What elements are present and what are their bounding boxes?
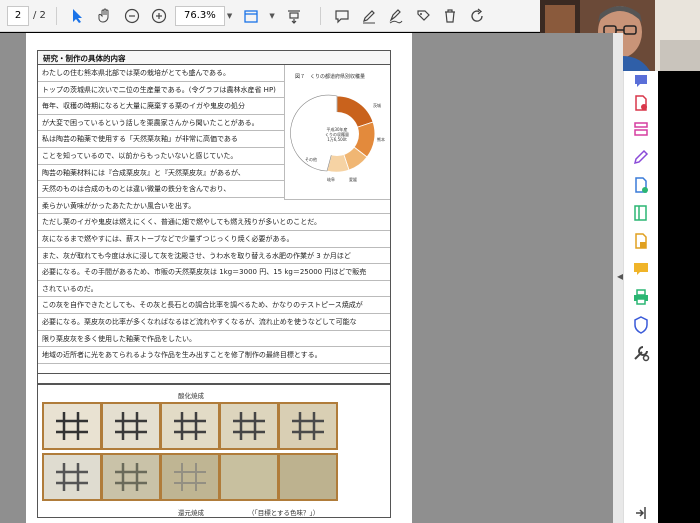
- svg-text:岐阜: 岐阜: [327, 176, 335, 182]
- test-tile: [162, 455, 218, 499]
- hand-tool-icon[interactable]: [94, 5, 116, 27]
- pdf-page: 研究・制作の具体的内容 わたしの住む熊本県北部では栗の栽培がとても盛んである。 …: [26, 33, 412, 523]
- reduction-caption: 還元焼成: [178, 509, 204, 517]
- rotate-icon[interactable]: [466, 5, 488, 27]
- text-row: 毎年、収穫の時期になると大量に廃棄する栗のイガや鬼皮の処分: [38, 98, 284, 115]
- organize-pages-icon[interactable]: [631, 119, 651, 139]
- text-row: 天然のものは合成のものとは違い微量の鉄分を含んでおり、: [38, 181, 284, 198]
- text-row: 灰になるまで燃やすには、薪ストーブなどで少量ずつじっくり焼く必要がある。: [38, 231, 390, 248]
- text-row: ことを知っているので、以前からもったいないと感じていた。: [38, 148, 284, 165]
- comment-list-icon[interactable]: [631, 71, 651, 91]
- test-tile-photo: 酸化焼成 還元焼成 （「目標とする色味？」）: [37, 373, 391, 518]
- stamp-icon[interactable]: [412, 5, 434, 27]
- test-tile: [44, 404, 100, 448]
- text-row: が大変で困っているという話しを栗農家さんから聞いたことがある。: [38, 115, 284, 132]
- create-pdf-icon[interactable]: [631, 175, 651, 195]
- test-tile: [162, 404, 218, 448]
- test-tile: [44, 455, 100, 499]
- target-color-note: （「目標とする色味？」）: [248, 509, 320, 517]
- svg-text:1万6,500t: 1万6,500t: [327, 137, 347, 142]
- test-tile: [280, 455, 336, 499]
- sign-icon[interactable]: [385, 5, 407, 27]
- text-row: 陶芸の釉薬材料には『合成栗皮灰』と『天然栗皮灰』があるが、: [38, 165, 284, 182]
- highlight-pen-icon[interactable]: [358, 5, 380, 27]
- total-pages-label: / 2: [33, 10, 46, 21]
- svg-text:その他: その他: [305, 156, 317, 162]
- oxidation-caption: 酸化焼成: [178, 392, 204, 400]
- harvest-pie-figure: 図７ くりの都道府県別収穫量 平成30年産 くりの収穫量 1万6,500t その…: [284, 65, 390, 200]
- text-row: 必要になる。その手間があるため、市販の天然栗皮灰は 1kg＝3000 円、15 …: [38, 264, 390, 281]
- select-arrow-icon[interactable]: [67, 5, 89, 27]
- svg-text:愛媛: 愛媛: [349, 176, 357, 182]
- text-row: 限り栗皮灰を多く使用した釉薬で作品をしたい。: [38, 331, 390, 348]
- zoom-dropdown-icon[interactable]: ▼: [227, 12, 232, 20]
- page-fit-icon[interactable]: [240, 5, 262, 27]
- page-fit-dropdown-icon[interactable]: ▼: [269, 12, 274, 20]
- main-toolbar: 2 / 2 76.3% ▼ ▼: [0, 0, 545, 32]
- text-row: トップの茨城県に次いで二位の生産量である。(令グラフは農林水産省 HP): [38, 82, 284, 99]
- edit-pdf-icon[interactable]: [631, 147, 651, 167]
- page-number-input[interactable]: 2: [7, 5, 29, 26]
- test-tile: [221, 455, 277, 499]
- fill-sign-icon[interactable]: [631, 231, 651, 251]
- comment-icon[interactable]: [331, 5, 353, 27]
- text-row: 柔らかい黄味がかったあたたかい風合いを出す。: [38, 198, 390, 215]
- scroll-mode-icon[interactable]: [283, 5, 305, 27]
- pdf-export-icon[interactable]: [631, 93, 651, 113]
- tile-row-oxidation: [42, 402, 338, 450]
- test-tile: [221, 404, 277, 448]
- svg-text:茨城: 茨城: [373, 102, 381, 108]
- collapse-panel-icon[interactable]: [631, 503, 651, 523]
- zoom-out-icon[interactable]: [121, 5, 143, 27]
- content-table: 研究・制作の具体的内容 わたしの住む熊本県北部では栗の栽培がとても盛んである。 …: [37, 50, 391, 385]
- upper-section: わたしの住む熊本県北部では栗の栽培がとても盛んである。 トップの茨城県に次いで二…: [38, 65, 390, 200]
- text-row: 私は陶芸の釉薬で使用する「天然栗灰釉」が非常に高価である: [38, 131, 284, 148]
- text-row: わたしの住む熊本県北部では栗の栽培がとても盛んである。: [38, 65, 284, 82]
- zoom-in-icon[interactable]: [148, 5, 170, 27]
- svg-text:熊本: 熊本: [377, 136, 385, 142]
- text-row: この灰を自作できたとしても、その灰と長石との調合比率を調べるため、かなりのテスト…: [38, 297, 390, 314]
- comment-icon[interactable]: [631, 259, 651, 279]
- test-tile: [280, 404, 336, 448]
- text-row: されているのだ。: [38, 281, 390, 298]
- tools-rail: [623, 71, 658, 523]
- print-icon[interactable]: [631, 287, 651, 307]
- section-title: 研究・制作の具体的内容: [38, 51, 390, 65]
- tile-row-reduction: [42, 453, 338, 501]
- tile-grid: [42, 402, 338, 504]
- divider: [55, 6, 57, 25]
- more-tools-icon[interactable]: [631, 343, 651, 363]
- divider: [319, 6, 321, 25]
- text-row: 必要になる。栗皮灰の比率が多くなればなるほど流れやすくなるが、流れ止めを使うなど…: [38, 314, 390, 331]
- delete-icon[interactable]: [439, 5, 461, 27]
- text-row: 地域の近所者に光をあてられるような作品を生み出すことを修了制作の最終目標とする。: [38, 347, 390, 364]
- text-row: ただし栗のイガや鬼皮は燃えにくく、普通に畑で燃やしても燃え残りが多いとのことだ。: [38, 214, 390, 231]
- scan-icon[interactable]: [631, 203, 651, 223]
- protect-icon[interactable]: [631, 315, 651, 335]
- zoom-level-field[interactable]: 76.3%: [174, 5, 225, 26]
- test-tile: [103, 455, 159, 499]
- test-tile: [103, 404, 159, 448]
- text-row: また、灰が取れても今度は水に浸して灰を沈殿させ、うわ水を取り替える水肥の作業が …: [38, 248, 390, 265]
